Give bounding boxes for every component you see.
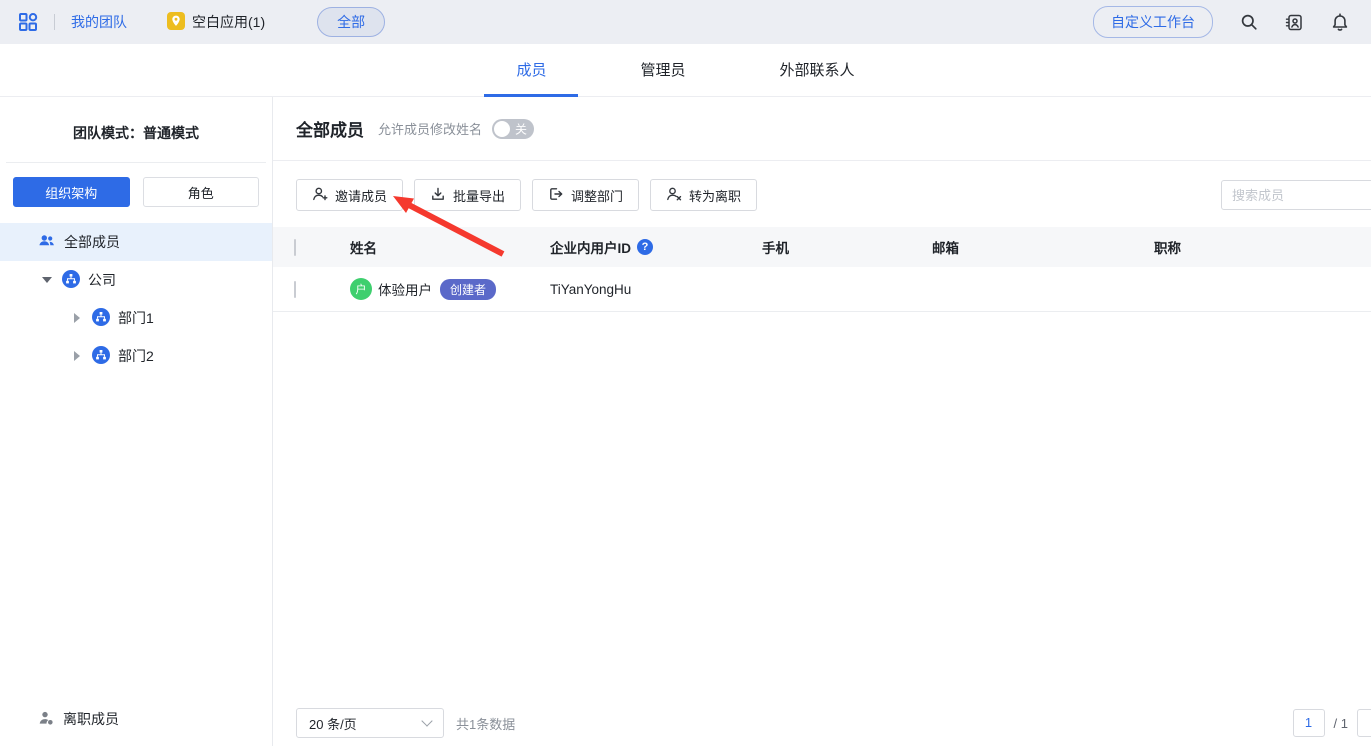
- section-tabbar: 成员 管理员 外部联系人: [0, 44, 1371, 97]
- team-mode-label: 团队模式：普通模式: [73, 125, 199, 141]
- col-header-email: 邮箱: [932, 241, 959, 256]
- col-header-title: 职称: [1154, 241, 1181, 256]
- allow-rename-toggle[interactable]: 关: [492, 118, 535, 139]
- col-header-name: 姓名: [350, 241, 377, 256]
- page-title: 全部成员: [296, 121, 364, 140]
- avatar: 户: [350, 278, 372, 300]
- table-footer: 20 条/页 共1条数据 1 / 1: [296, 708, 1371, 738]
- tree-item-label: 部门2: [118, 348, 154, 364]
- person-x-icon: [666, 186, 682, 205]
- member-user-id: TiYanYongHu: [550, 281, 632, 297]
- contacts-icon[interactable]: [1285, 13, 1304, 32]
- allow-rename-label: 允许成员修改姓名: [378, 122, 483, 137]
- team-name-link[interactable]: 我的团队: [71, 12, 127, 32]
- help-icon[interactable]: ?: [637, 239, 653, 255]
- tree-item-company[interactable]: 公司: [0, 261, 272, 299]
- caret-down-icon[interactable]: [42, 277, 52, 283]
- resigned-person-icon: [38, 710, 54, 729]
- toggle-knob: [494, 120, 511, 137]
- row-checkbox[interactable]: [294, 280, 296, 298]
- topbar-divider: [54, 14, 55, 30]
- creator-badge: 创建者: [440, 278, 497, 300]
- col-header-phone: 手机: [762, 241, 789, 256]
- member-name: 体验用户: [378, 283, 432, 298]
- tree-item-label: 部门1: [118, 310, 154, 326]
- tree-item-dept2[interactable]: 部门2: [0, 337, 272, 375]
- chevron-down-icon: [421, 715, 433, 727]
- org-icon: [62, 269, 80, 291]
- col-header-userid: 企业内用户ID: [550, 241, 631, 256]
- toggle-state-text: 关: [515, 122, 528, 136]
- bell-icon[interactable]: [1331, 12, 1349, 32]
- invite-person-icon: [312, 186, 328, 205]
- org-icon: [92, 307, 110, 329]
- tree-item-label: 全部成员: [64, 234, 120, 250]
- tree-item-all-members[interactable]: 全部成员: [0, 223, 272, 261]
- set-resigned-label: 转为离职: [689, 188, 742, 204]
- org-tree: 全部成员 公司 部门1 部门2: [0, 217, 272, 375]
- table-row[interactable]: 户 体验用户 创建者 TiYanYongHu: [273, 267, 1371, 312]
- people-icon: [38, 232, 56, 253]
- app-pin-icon: [167, 11, 185, 33]
- table-header-row: 姓名 企业内用户ID ? 手机 邮箱 职称: [273, 227, 1371, 267]
- members-table: 姓名 企业内用户ID ? 手机 邮箱 职称 户 体验用户 创建者 TiYanYo…: [273, 227, 1371, 312]
- caret-right-icon[interactable]: [74, 313, 80, 323]
- page-size-value: 20 条/页: [309, 716, 357, 732]
- set-resigned-button[interactable]: 转为离职: [650, 179, 758, 211]
- org-sidebar: 团队模式：普通模式 组织架构 角色 全部成员 公司 部门1 部门2 离职成员: [0, 97, 273, 746]
- apps-grid-icon[interactable]: [18, 12, 38, 32]
- total-count-text: 共1条数据: [456, 716, 516, 732]
- tree-item-label: 公司: [88, 272, 116, 288]
- resigned-members-label: 离职成员: [63, 711, 119, 727]
- page-size-select[interactable]: 20 条/页: [296, 708, 444, 738]
- download-icon: [430, 186, 446, 205]
- invite-member-label: 邀请成员: [335, 188, 388, 204]
- invite-member-button[interactable]: 邀请成员: [296, 179, 404, 211]
- segment-org-structure[interactable]: 组织架构: [13, 177, 130, 207]
- tab-members[interactable]: 成员: [484, 44, 579, 97]
- tab-external-contacts[interactable]: 外部联系人: [748, 44, 887, 97]
- batch-export-button[interactable]: 批量导出: [414, 179, 522, 211]
- transfer-icon: [548, 186, 564, 205]
- segment-roles[interactable]: 角色: [142, 177, 259, 207]
- caret-right-icon[interactable]: [74, 351, 80, 361]
- search-icon[interactable]: [1240, 13, 1258, 31]
- current-app-chip[interactable]: 空白应用(1): [167, 11, 266, 33]
- next-page-button[interactable]: [1357, 709, 1371, 737]
- batch-export-label: 批量导出: [453, 188, 506, 204]
- page-total-text: / 1: [1333, 715, 1348, 731]
- resigned-members-link[interactable]: 离职成员: [0, 709, 272, 746]
- topbar: 我的团队 空白应用(1) 全部 自定义工作台: [0, 0, 1371, 44]
- select-all-checkbox[interactable]: [294, 238, 296, 256]
- custom-workbench-button[interactable]: 自定义工作台: [1093, 6, 1213, 38]
- tree-item-dept1[interactable]: 部门1: [0, 299, 272, 337]
- page-number-input[interactable]: 1: [1292, 709, 1325, 737]
- adjust-department-label: 调整部门: [571, 188, 624, 204]
- tab-admins[interactable]: 管理员: [608, 44, 717, 97]
- search-member-input[interactable]: [1221, 180, 1371, 210]
- members-panel: 全部成员 允许成员修改姓名 关 邀请成员 批量导出 调整部门 转为离职 搜索成员…: [273, 97, 1371, 746]
- adjust-department-button[interactable]: 调整部门: [532, 179, 640, 211]
- scope-all-pill[interactable]: 全部: [317, 7, 386, 37]
- app-name: 空白应用(1): [192, 14, 266, 30]
- org-icon: [92, 345, 110, 367]
